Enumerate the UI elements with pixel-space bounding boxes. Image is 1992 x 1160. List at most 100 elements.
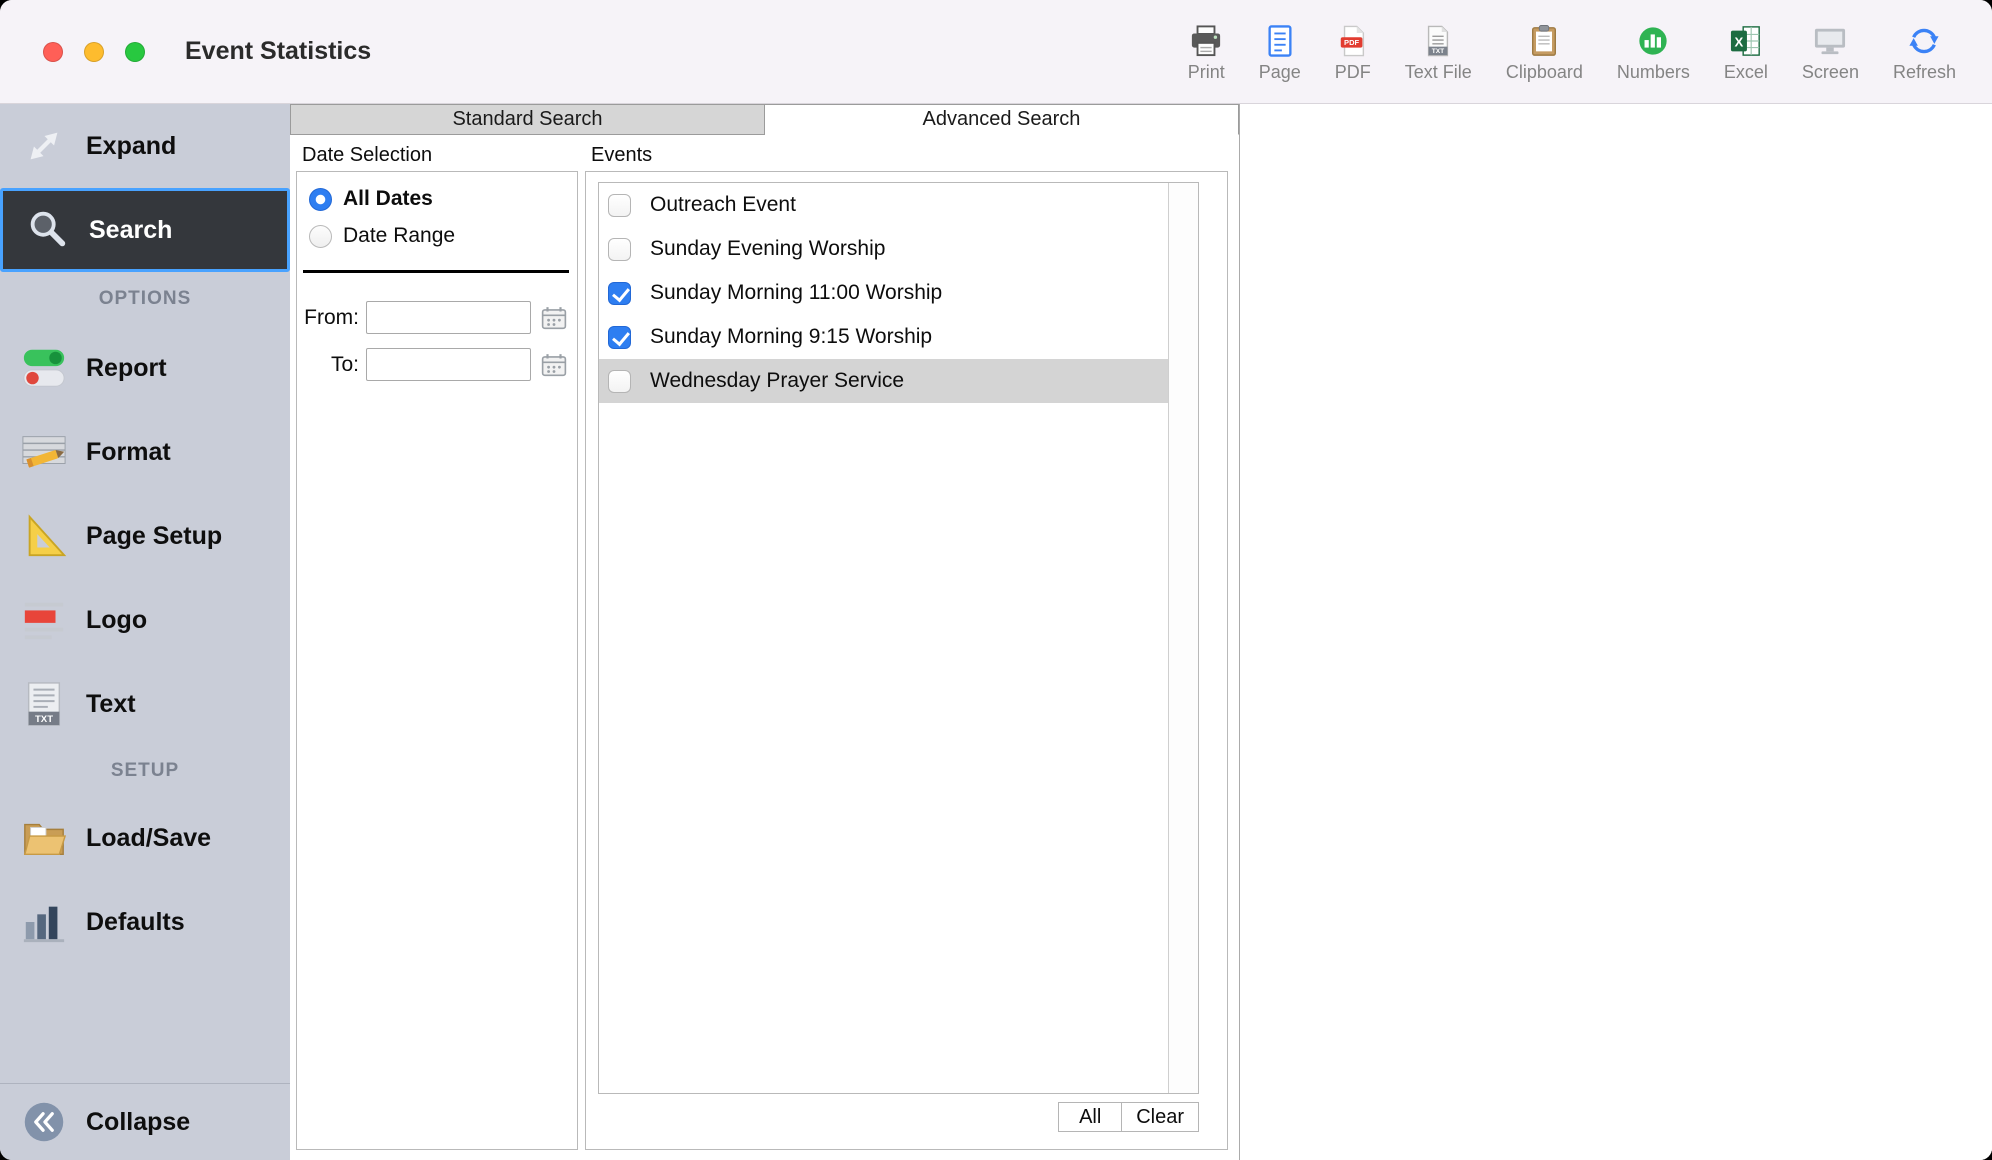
sidebar-item-logo[interactable]: Logo: [0, 578, 290, 662]
event-label: Sunday Evening Worship: [650, 237, 885, 261]
from-label: From:: [297, 306, 359, 330]
text-document-icon: TXT: [14, 681, 74, 727]
bar-chart-icon: [14, 899, 74, 945]
sidebar-item-report[interactable]: Report: [0, 326, 290, 410]
radio-label: All Dates: [343, 187, 433, 211]
scrollbar-track[interactable]: [1168, 183, 1198, 1093]
sidebar-item-label: Load/Save: [86, 824, 211, 853]
tool-label: Screen: [1802, 62, 1859, 82]
to-date-input[interactable]: [366, 348, 531, 381]
refresh-button[interactable]: Refresh: [1893, 21, 1956, 82]
all-clear-segment: All Clear: [1058, 1102, 1199, 1132]
page-icon: [1263, 21, 1297, 57]
date-selection-panel: Date Selection All Dates Date Range: [296, 141, 578, 1150]
minimize-window-button[interactable]: [84, 42, 104, 62]
main-content: Standard Search Advanced Search Date Sel…: [290, 104, 1992, 1160]
tool-label: Clipboard: [1506, 62, 1583, 82]
event-label: Sunday Morning 9:15 Worship: [650, 325, 932, 349]
screen-button[interactable]: Screen: [1802, 21, 1859, 82]
event-row[interactable]: Outreach Event: [599, 183, 1168, 227]
sidebar-footer: Collapse: [0, 1083, 290, 1160]
sidebar-item-load-save[interactable]: Load/Save: [0, 796, 290, 880]
sidebar-item-defaults[interactable]: Defaults: [0, 880, 290, 964]
date-selection-title: Date Selection: [296, 141, 578, 171]
event-row[interactable]: Sunday Morning 9:15 Worship: [599, 315, 1168, 359]
to-label: To:: [297, 353, 359, 377]
sidebar-section-options: OPTIONS: [0, 272, 290, 326]
numbers-icon: [1636, 21, 1670, 57]
window-title: Event Statistics: [185, 37, 371, 66]
from-field-row: From:: [297, 301, 577, 334]
tab-advanced-search[interactable]: Advanced Search: [765, 104, 1239, 135]
collapse-icon: [14, 1100, 74, 1144]
sidebar-item-label: Defaults: [86, 908, 185, 937]
close-window-button[interactable]: [43, 42, 63, 62]
sidebar-item-label: Format: [86, 438, 171, 467]
event-row[interactable]: Wednesday Prayer Service: [599, 359, 1168, 403]
sidebar-item-page-setup[interactable]: Page Setup: [0, 494, 290, 578]
tool-label: Text File: [1405, 62, 1472, 82]
to-date-picker-icon[interactable]: [541, 353, 567, 377]
clear-selection-button[interactable]: Clear: [1122, 1102, 1199, 1132]
radio-date-range[interactable]: Date Range: [297, 217, 577, 254]
logo-icon: [14, 597, 74, 643]
tool-label: Numbers: [1617, 62, 1690, 82]
events-rows: Outreach Event Sunday Evening Worship Su: [599, 183, 1168, 1093]
event-row[interactable]: Sunday Morning 11:00 Worship: [599, 271, 1168, 315]
folder-icon: [14, 815, 74, 861]
screen-icon: [1813, 21, 1847, 57]
event-row[interactable]: Sunday Evening Worship: [599, 227, 1168, 271]
expand-icon: [14, 123, 74, 169]
clipboard-icon: [1527, 21, 1561, 57]
refresh-icon: [1907, 21, 1941, 57]
app-body: Expand Search OPTIONS: [0, 104, 1992, 1160]
tab-bar: Standard Search Advanced Search: [290, 104, 1239, 135]
event-checkbox[interactable]: [608, 326, 631, 349]
radio-all-dates[interactable]: All Dates: [297, 180, 577, 217]
search-column: Standard Search Advanced Search Date Sel…: [290, 104, 1239, 1160]
page-button[interactable]: Page: [1259, 21, 1301, 82]
select-all-button[interactable]: All: [1058, 1102, 1122, 1132]
clipboard-button[interactable]: Clipboard: [1506, 21, 1583, 82]
text-file-button[interactable]: TXT Text File: [1405, 21, 1472, 82]
page-setup-icon: [14, 513, 74, 559]
tool-label: Page: [1259, 62, 1301, 82]
to-field-row: To:: [297, 348, 577, 381]
tab-standard-search[interactable]: Standard Search: [290, 104, 765, 135]
sidebar-item-text[interactable]: TXT Text: [0, 662, 290, 746]
pdf-icon: PDF: [1336, 21, 1370, 57]
divider: [303, 270, 569, 273]
event-label: Sunday Morning 11:00 Worship: [650, 281, 942, 305]
sidebar-item-format[interactable]: Format: [0, 410, 290, 494]
sidebar: Expand Search OPTIONS: [0, 104, 290, 1160]
zoom-window-button[interactable]: [125, 42, 145, 62]
print-button[interactable]: Print: [1188, 21, 1225, 82]
sidebar-item-expand[interactable]: Expand: [0, 104, 290, 188]
tool-label: Print: [1188, 62, 1225, 82]
excel-icon: X: [1729, 21, 1763, 57]
event-checkbox[interactable]: [608, 282, 631, 305]
event-checkbox[interactable]: [608, 194, 631, 217]
events-box: Outreach Event Sunday Evening Worship Su: [585, 171, 1228, 1150]
sidebar-item-collapse[interactable]: Collapse: [0, 1084, 290, 1160]
titlebar: Event Statistics Print: [0, 0, 1992, 104]
radio-button-icon: [309, 188, 332, 211]
sidebar-item-search[interactable]: Search: [0, 188, 290, 272]
events-title: Events: [585, 141, 1228, 171]
text-file-icon: TXT: [1421, 21, 1455, 57]
pdf-button[interactable]: PDF PDF: [1335, 21, 1371, 82]
numbers-button[interactable]: Numbers: [1617, 21, 1690, 82]
report-view: [1239, 104, 1992, 1160]
report-toggles-icon: [14, 345, 74, 391]
excel-button[interactable]: X Excel: [1724, 21, 1768, 82]
from-date-picker-icon[interactable]: [541, 306, 567, 330]
tool-label: Excel: [1724, 62, 1768, 82]
svg-text:TXT: TXT: [1432, 48, 1444, 55]
event-checkbox[interactable]: [608, 370, 631, 393]
tool-label: Refresh: [1893, 62, 1956, 82]
sidebar-item-label: Page Setup: [86, 522, 222, 551]
svg-text:TXT: TXT: [35, 714, 53, 725]
printer-icon: [1189, 21, 1223, 57]
event-checkbox[interactable]: [608, 238, 631, 261]
from-date-input[interactable]: [366, 301, 531, 334]
